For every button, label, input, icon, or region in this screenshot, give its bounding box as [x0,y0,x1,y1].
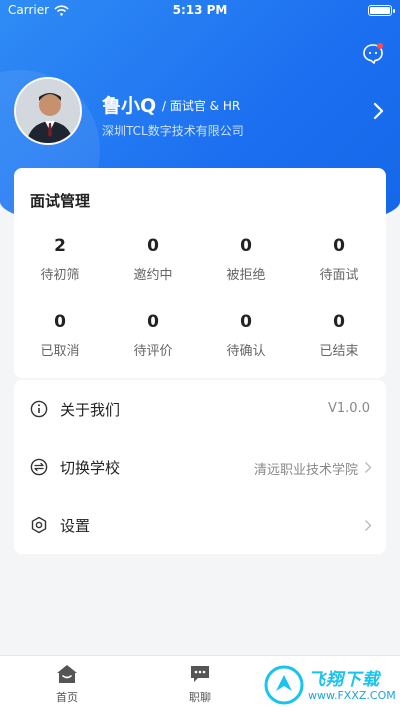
menu-item-label: 设置 [60,517,91,535]
menu-item-about[interactable]: 关于我们 V1.0.0 [14,380,386,438]
stat-value: 0 [147,236,159,256]
stat-rejected[interactable]: 0 被拒绝 [200,236,292,283]
watermark-logo [264,665,304,705]
app-version: V1.0.0 [328,401,370,416]
interview-management-card: 面试管理 2 待初筛 0 邀约中 0 被拒绝 0 待面试 0 已取消 0 待评价… [14,168,386,378]
stat-value: 0 [333,236,345,256]
chevron-right-icon[interactable] [372,101,386,121]
stat-label: 待评价 [133,344,173,359]
stat-value: 2 [54,236,66,256]
chat-bubble-icon [363,43,383,65]
profile-card[interactable]: 鲁小Q / 面试官 & HR 深圳TCL数字技术有限公司 [14,77,386,147]
menu-item-switch-school[interactable]: 切换学校 清远职业技术学院 [14,438,386,496]
user-role: / 面试官 & HR [162,99,241,113]
stat-label: 邀约中 [133,268,173,283]
swap-icon [30,458,48,476]
stat-pending-screening[interactable]: 2 待初筛 [14,236,106,283]
current-school: 清远职业技术学院 [253,463,358,478]
avatar[interactable] [14,77,82,145]
tab-home[interactable]: 首页 [32,664,102,705]
stat-label: 待确认 [226,344,266,359]
stat-value: 0 [240,312,252,332]
info-icon [30,400,48,418]
tab-label: 首页 [56,691,78,704]
stat-label: 已取消 [40,344,80,359]
menu-item-label: 关于我们 [60,401,121,419]
menu-item-settings[interactable]: 设置 [14,496,386,554]
user-name: 鲁小Q [102,95,157,117]
home-icon [57,665,77,683]
menu-item-label: 切换学校 [60,459,121,477]
stat-value: 0 [147,312,159,332]
message-button[interactable] [362,42,384,65]
stat-value: 0 [240,236,252,256]
stat-label: 待初筛 [40,268,80,283]
settings-hexagon-icon [31,516,47,534]
watermark-title: 飞翔下载 [308,670,380,690]
watermark-url: www.FXXZ.COM [308,689,396,702]
unread-badge [377,43,383,49]
stat-finished[interactable]: 0 已结束 [293,312,385,359]
menu-card: 关于我们 V1.0.0 切换学校 清远职业技术学院 设置 [14,380,386,554]
stat-label: 待面试 [319,268,359,283]
stat-cancelled[interactable]: 0 已取消 [14,312,106,359]
stat-value: 0 [54,312,66,332]
chevron-right-icon [365,520,372,531]
avatar-photo [16,79,80,143]
stat-pending-interview[interactable]: 0 待面试 [293,236,385,283]
company-name: 深圳TCL数字技术有限公司 [102,124,244,138]
stat-inviting[interactable]: 0 邀约中 [107,236,199,283]
stat-label: 已结束 [319,344,359,359]
stat-pending-evaluation[interactable]: 0 待评价 [107,312,199,359]
tab-chat[interactable]: 职聊 [165,664,235,705]
status-bar: Carrier 5:13 PM [0,0,400,22]
stat-value: 0 [333,312,345,332]
tab-label: 职聊 [189,691,211,704]
chevron-right-icon [365,462,372,473]
clock: 5:13 PM [172,3,228,17]
battery-icon [368,5,395,16]
watermark: 飞翔下载 www.FXXZ.COM [264,663,396,707]
stat-label: 被拒绝 [226,268,266,283]
stat-pending-confirmation[interactable]: 0 待确认 [200,312,292,359]
chat-icon [191,666,209,682]
interview-management-title: 面试管理 [30,192,91,210]
